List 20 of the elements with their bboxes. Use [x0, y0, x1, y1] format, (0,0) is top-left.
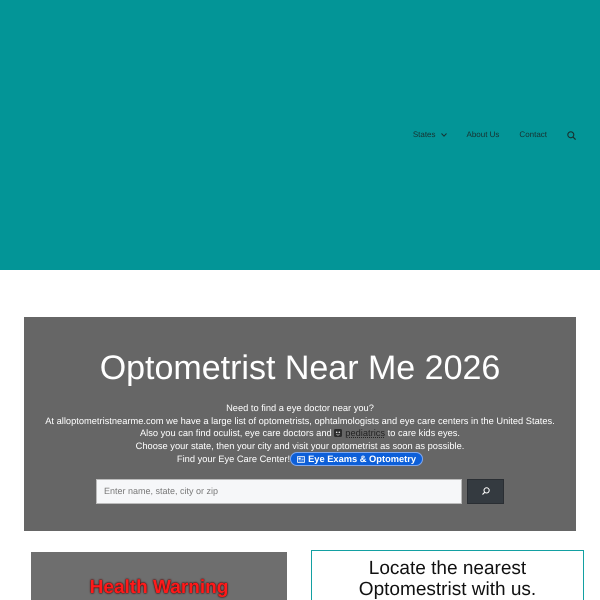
intro-text: Also you can find oculist, eye care doctors and pediatrics to care kids eyes. — [138, 427, 462, 440]
child-face-icon — [334, 429, 342, 437]
search-button[interactable] — [467, 478, 504, 504]
states-menu-link[interactable]: States — [402, 129, 457, 141]
pediatrics-link[interactable]: pediatrics — [334, 428, 386, 438]
chevron-down-icon — [440, 133, 447, 137]
search-field[interactable]: Enter name, state, city or zip — [96, 478, 462, 504]
nav-link[interactable]: About Us — [456, 129, 510, 141]
hero-title: Optometrist Near Me 2026 — [98, 351, 502, 385]
search-icon[interactable] — [567, 130, 576, 140]
locate-heading: Locate the nearest Optomestrist with us. — [358, 559, 538, 600]
intro-text: At alloptometristnearme.com we have a large list of optometrists, ophtalmologists and eye care centers in the United States. — [44, 414, 556, 427]
card-icon — [297, 456, 306, 463]
eye-exams-badge[interactable]: Eye Exams & Optometry — [290, 452, 424, 466]
search-icon — [482, 487, 490, 495]
intro-text: Need to find a eye doctor near you? — [225, 402, 375, 414]
nav-link[interactable]: Contact — [509, 129, 557, 141]
intro-text: Find your Eye Care Center! Eye Exams & Optometry — [24, 452, 576, 464]
intro-text: Choose your state, then your city and visit your optometrist as soon as possible. — [134, 440, 466, 452]
warning-title: Health Warning — [88, 578, 230, 597]
